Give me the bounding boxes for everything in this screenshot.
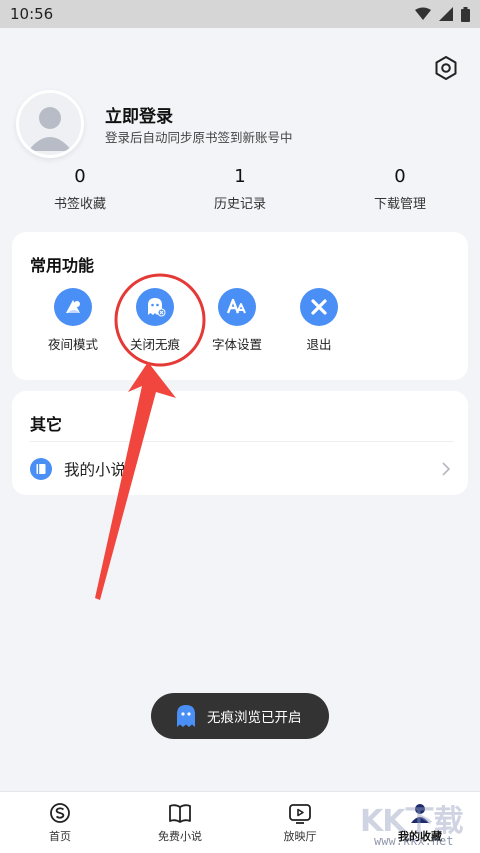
nav-home[interactable]: 首页 bbox=[0, 792, 120, 853]
chevron-right-icon bbox=[442, 462, 450, 476]
bottom-nav: 首页 免费小说 放映厅 我的收藏 bbox=[0, 791, 480, 853]
font-settings-label: 字体设置 bbox=[211, 337, 262, 352]
open-book-icon bbox=[169, 804, 191, 823]
night-mode-button[interactable]: 夜间模式 bbox=[32, 288, 114, 353]
settings-hexagon-icon bbox=[435, 56, 457, 80]
nav-label: 免费小说 bbox=[158, 830, 202, 843]
font-settings-icon bbox=[218, 288, 256, 326]
stat-count: 0 bbox=[74, 166, 86, 187]
common-functions-title: 常用功能 bbox=[30, 256, 95, 275]
stat-bookmarks[interactable]: 0 书签收藏 bbox=[0, 165, 160, 212]
common-functions-card: 常用功能 夜间模式 关闭无痕 字体设置 退出 bbox=[12, 232, 468, 380]
login-subtitle: 登录后自动同步原书签到新账号中 bbox=[105, 130, 293, 145]
nav-label: 放映厅 bbox=[283, 830, 317, 843]
other-title: 其它 bbox=[30, 415, 63, 434]
status-icons bbox=[415, 6, 470, 22]
wifi-icon bbox=[415, 7, 431, 20]
book-icon bbox=[30, 458, 52, 480]
settings-button[interactable] bbox=[432, 54, 460, 82]
logout-label: 退出 bbox=[306, 337, 332, 352]
feature-list: 夜间模式 关闭无痕 字体设置 退出 bbox=[32, 288, 360, 353]
signal-icon bbox=[439, 7, 453, 21]
stat-count: 0 bbox=[394, 166, 406, 187]
toast: 无痕浏览已开启 bbox=[151, 693, 329, 739]
nav-theater[interactable]: 放映厅 bbox=[240, 792, 360, 853]
font-settings-button[interactable]: 字体设置 bbox=[196, 288, 278, 353]
stat-history[interactable]: 1 历史记录 bbox=[160, 165, 320, 212]
close-incognito-label: 关闭无痕 bbox=[129, 337, 180, 352]
login-title[interactable]: 立即登录 bbox=[105, 102, 173, 127]
other-card: 其它 我的小说 bbox=[12, 391, 468, 495]
user-icon bbox=[411, 804, 429, 823]
stat-label: 下载管理 bbox=[373, 197, 426, 212]
nav-label: 我的收藏 bbox=[398, 830, 442, 843]
close-incognito-button[interactable]: 关闭无痕 bbox=[114, 288, 196, 353]
default-avatar-icon bbox=[28, 107, 72, 151]
status-bar: 10:56 bbox=[0, 0, 480, 28]
toast-text: 无痕浏览已开启 bbox=[207, 710, 302, 726]
my-novels-item[interactable]: 我的小说 bbox=[12, 443, 468, 495]
divider bbox=[30, 441, 454, 442]
battery-icon bbox=[461, 6, 470, 22]
ghost-icon bbox=[177, 705, 195, 727]
logout-button[interactable]: 退出 bbox=[278, 288, 360, 353]
home-s-icon bbox=[50, 803, 70, 823]
status-time: 10:56 bbox=[10, 5, 54, 23]
stat-label: 书签收藏 bbox=[53, 197, 106, 212]
stats-row: 0 书签收藏 1 历史记录 0 下载管理 bbox=[0, 165, 480, 212]
play-icon bbox=[289, 804, 311, 824]
stat-label: 历史记录 bbox=[213, 197, 266, 212]
stat-count: 1 bbox=[234, 166, 246, 187]
nav-my-favorites[interactable]: 我的收藏 bbox=[360, 792, 480, 853]
night-mode-icon bbox=[54, 288, 92, 326]
nav-free-novels[interactable]: 免费小说 bbox=[120, 792, 240, 853]
stat-downloads[interactable]: 0 下载管理 bbox=[320, 165, 480, 212]
my-novels-label: 我的小说 bbox=[64, 461, 127, 479]
avatar[interactable] bbox=[16, 90, 84, 158]
close-x-icon bbox=[300, 288, 338, 326]
night-mode-label: 夜间模式 bbox=[47, 337, 98, 352]
incognito-ghost-icon bbox=[136, 288, 174, 326]
nav-label: 首页 bbox=[49, 830, 71, 843]
